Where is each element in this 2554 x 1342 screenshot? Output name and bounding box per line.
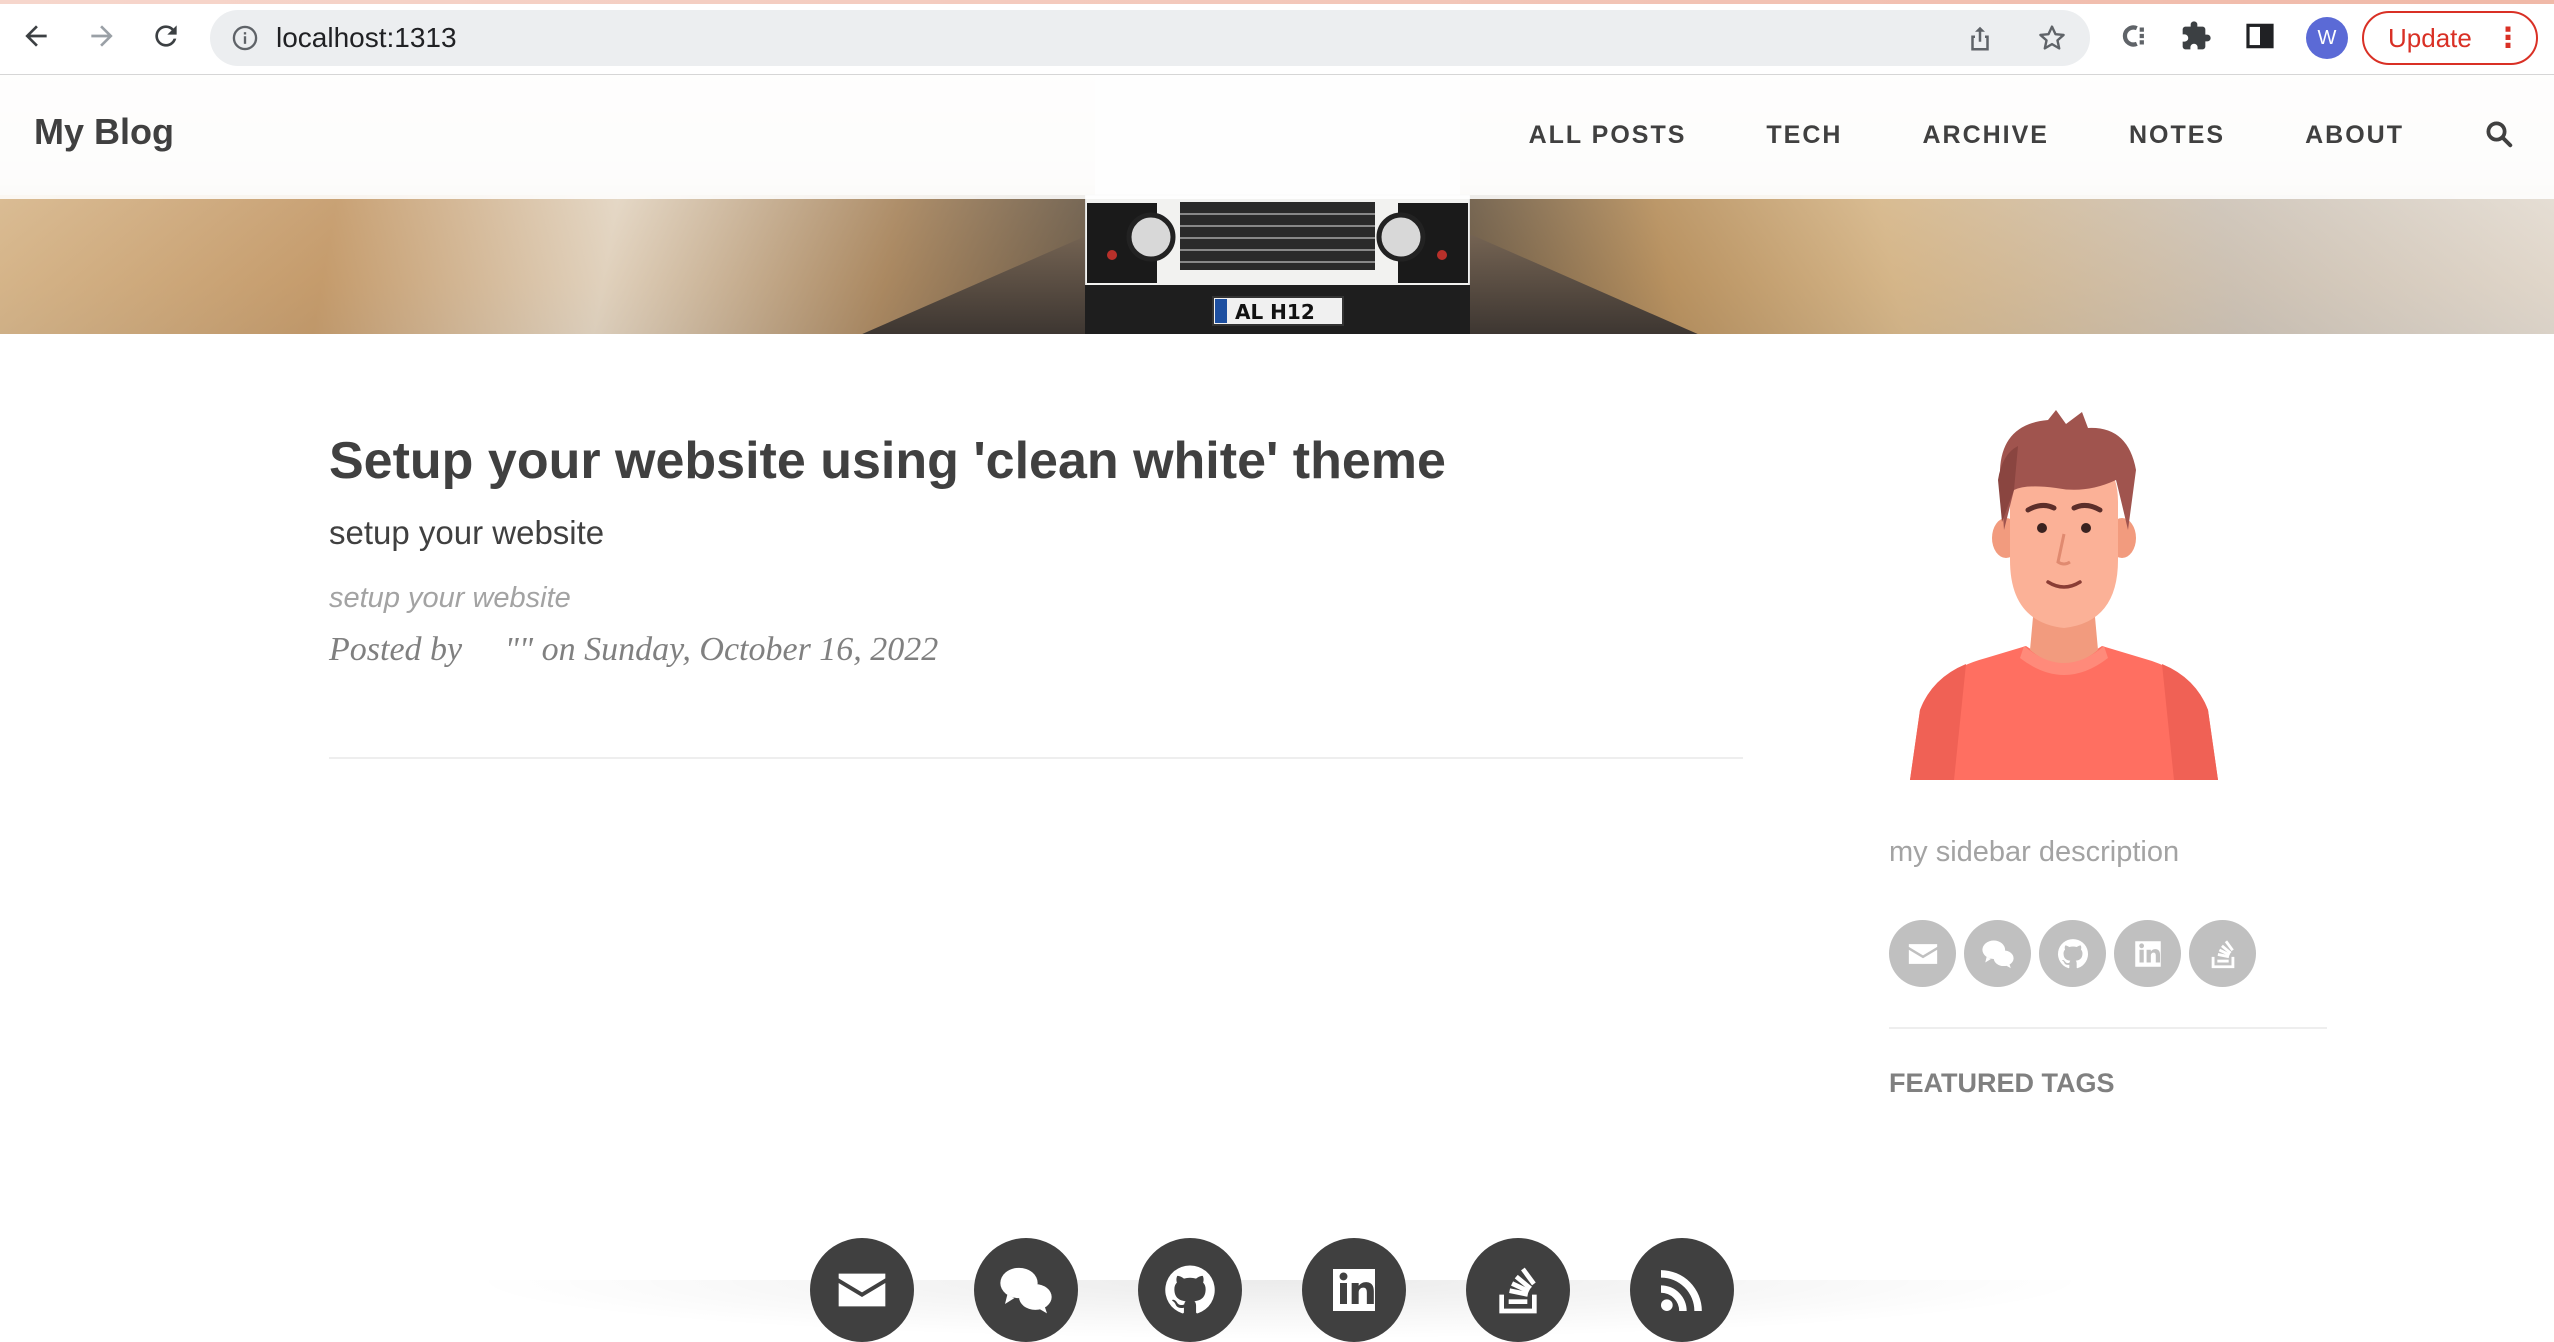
post-excerpt: setup your website — [329, 582, 571, 615]
github-icon — [2057, 938, 2088, 968]
update-button[interactable]: Update ⋮ — [2362, 11, 2538, 65]
linkedin-icon — [2134, 940, 2161, 967]
arrow-right-icon — [91, 25, 113, 47]
menu-item-all-posts[interactable]: ALL POSTS — [1529, 121, 1687, 150]
sidebar-avatar — [1910, 410, 2218, 780]
info-icon[interactable] — [230, 23, 260, 53]
extensions-puzzle-icon[interactable] — [2176, 16, 2216, 56]
main-menu: ALL POSTS TECH ARCHIVE NOTES ABOUT — [1529, 121, 2554, 150]
forward-button[interactable] — [80, 14, 124, 58]
envelope-icon — [838, 1273, 886, 1307]
share-icon[interactable] — [1960, 18, 2000, 58]
menu-item-about[interactable]: ABOUT — [2305, 121, 2404, 150]
stackoverflow-icon — [1499, 1267, 1537, 1314]
sidebar-email-link[interactable] — [1889, 920, 1956, 987]
profile-avatar[interactable]: W — [2306, 17, 2348, 59]
sidebar-stackoverflow-link[interactable] — [2189, 920, 2256, 987]
site-navbar: My Blog ALL POSTS TECH ARCHIVE NOTES ABO… — [0, 75, 2554, 199]
address-bar[interactable]: localhost:1313 — [210, 10, 2090, 66]
post-meta: Posted by "" on Sunday, October 16, 2022 — [329, 631, 939, 669]
sidebar-wechat-link[interactable] — [1964, 920, 2031, 987]
reload-button[interactable] — [144, 14, 188, 58]
page-load-bar — [0, 0, 2554, 4]
reload-icon — [155, 25, 177, 47]
license-plate-text: AL H12 — [1235, 300, 1315, 324]
sidebar-social-links — [1889, 920, 2256, 987]
site-brand[interactable]: My Blog — [34, 111, 174, 153]
update-label: Update — [2388, 22, 2472, 53]
search-icon[interactable] — [2484, 119, 2514, 149]
linkedin-icon — [1333, 1269, 1375, 1311]
stackoverflow-icon — [2211, 939, 2234, 968]
menu-item-tech[interactable]: TECH — [1766, 121, 1842, 150]
sidebar-divider — [1889, 1027, 2327, 1029]
side-panel-icon[interactable] — [2240, 16, 2280, 56]
kebab-menu-icon[interactable]: ⋮ — [2494, 23, 2522, 53]
extension-cs-icon[interactable] — [2114, 16, 2154, 56]
browser-toolbar: localhost:1313 W Update ⋮ — [0, 0, 2554, 75]
arrow-left-icon — [25, 25, 47, 47]
post-subtitle[interactable]: setup your website — [329, 514, 1743, 552]
menu-item-archive[interactable]: ARCHIVE — [1922, 121, 2049, 150]
menu-item-notes[interactable]: NOTES — [2129, 121, 2225, 150]
wechat-icon — [1000, 1267, 1052, 1314]
sidebar-github-link[interactable] — [2039, 920, 2106, 987]
github-icon — [1165, 1265, 1215, 1314]
footer-email-link[interactable] — [810, 1238, 914, 1342]
footer-rss-link[interactable] — [1630, 1238, 1734, 1342]
url-text: localhost:1313 — [276, 22, 457, 53]
wechat-icon — [1981, 940, 2014, 968]
back-button[interactable] — [14, 14, 58, 58]
envelope-icon — [1908, 943, 1937, 964]
footer-github-link[interactable] — [1138, 1238, 1242, 1342]
bookmark-star-icon[interactable] — [2032, 18, 2072, 58]
sidebar-linkedin-link[interactable] — [2114, 920, 2181, 987]
footer-wechat-link[interactable] — [974, 1238, 1078, 1342]
post-preview[interactable]: Setup your website using 'clean white' t… — [329, 430, 1743, 669]
rss-icon — [1661, 1270, 1702, 1311]
post-divider — [329, 757, 1743, 759]
footer-social-links — [810, 1238, 1734, 1342]
footer-stackoverflow-link[interactable] — [1466, 1238, 1570, 1342]
post-title[interactable]: Setup your website using 'clean white' t… — [329, 430, 1743, 492]
sidebar-description: my sidebar description — [1889, 836, 2180, 868]
featured-tags-heading: FEATURED TAGS — [1889, 1068, 2115, 1098]
footer-linkedin-link[interactable] — [1302, 1238, 1406, 1342]
